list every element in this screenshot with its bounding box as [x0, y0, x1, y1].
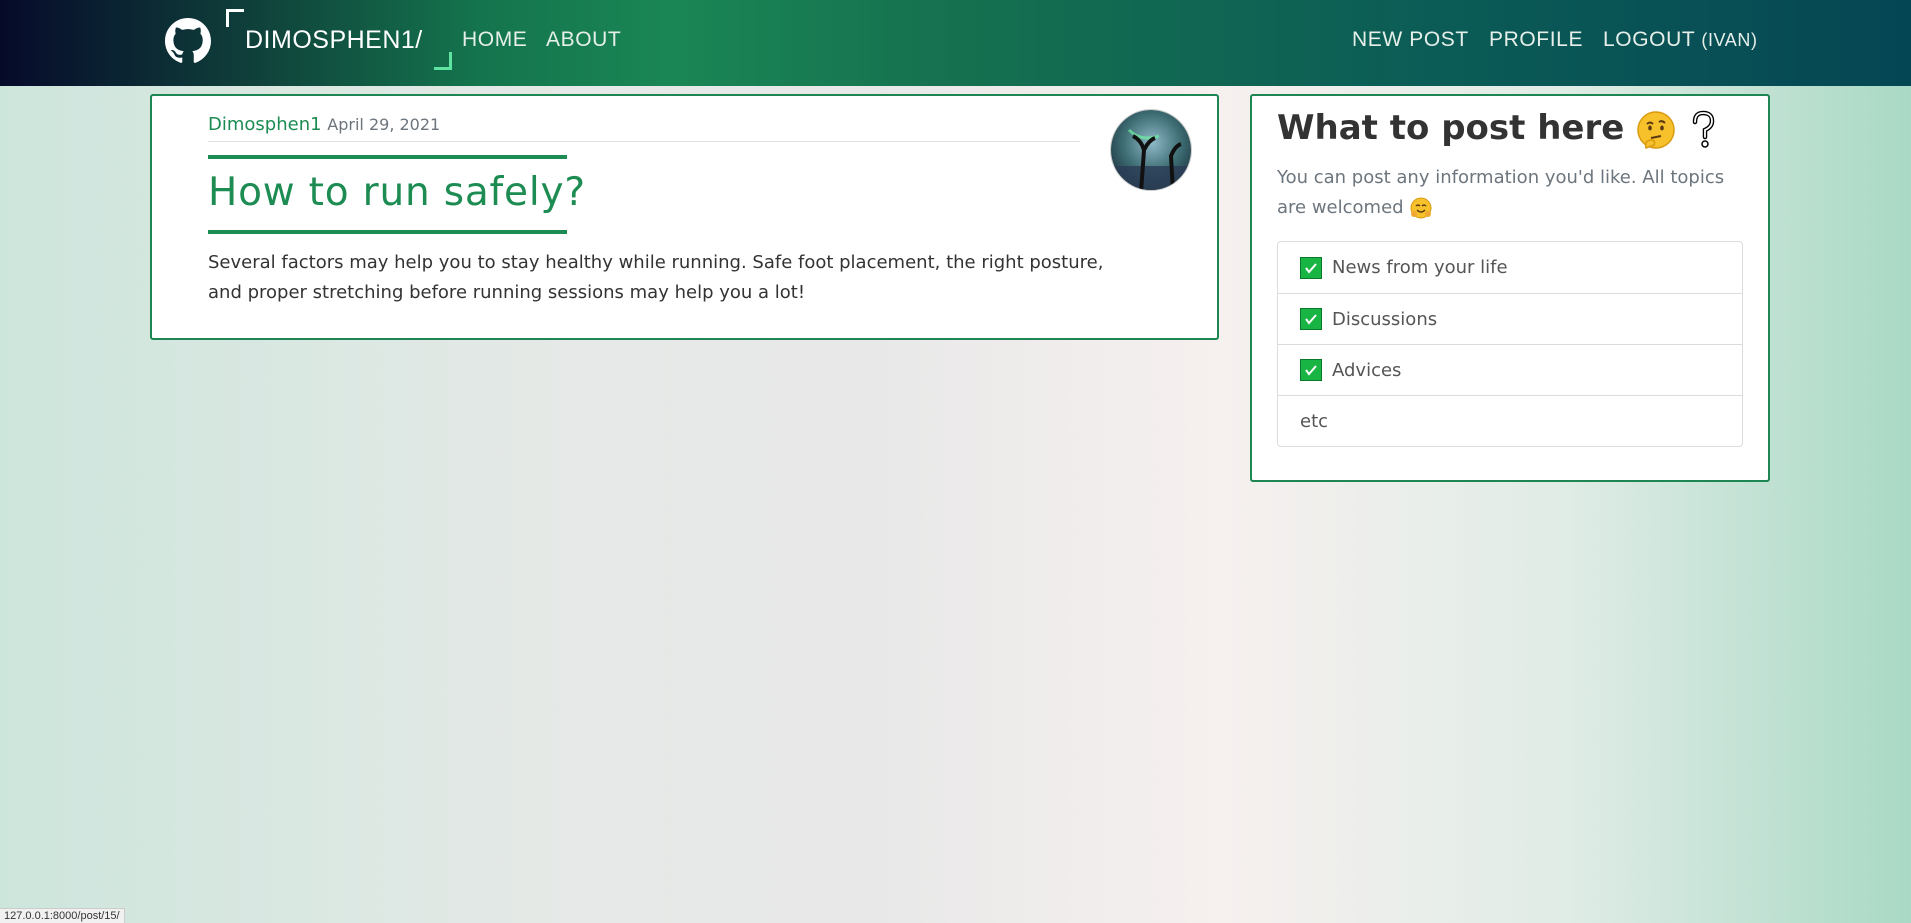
nav-logout-link[interactable]: LOGOUT (IVAN) [1603, 28, 1758, 52]
nav-home-link[interactable]: HOME [462, 28, 527, 52]
sidebar-title-text: What to post here [1277, 108, 1625, 148]
brand-bracket-left [226, 9, 244, 27]
title-underline-bottom [208, 230, 567, 234]
sidebar-title: What to post here [1277, 108, 1718, 150]
sidebar-description-text: You can post any information you'd like.… [1277, 167, 1725, 218]
post-content: Several factors may help you to stay hea… [208, 252, 1104, 303]
list-item: Discussions [1278, 293, 1742, 344]
title-underline-top [208, 155, 567, 159]
list-item-label: Advices [1332, 359, 1402, 381]
topics-list: News from your life Discussions Advices … [1277, 241, 1743, 447]
logout-username: (IVAN) [1701, 30, 1758, 50]
brand-bracket-right [434, 52, 452, 70]
thinking-face-emoji-icon [1637, 110, 1675, 149]
list-item: News from your life [1278, 242, 1742, 293]
logout-label: LOGOUT [1603, 28, 1695, 51]
list-item: Advices [1278, 344, 1742, 395]
post-author-link[interactable]: Dimosphen1 [208, 114, 322, 135]
check-mark-icon [1300, 308, 1322, 330]
navbar: DIMOSPHEN1/ HOME ABOUT NEW POST PROFILE … [0, 0, 1911, 86]
hugging-face-emoji-icon [1410, 197, 1432, 219]
list-item: etc [1278, 395, 1742, 446]
meta-divider [208, 141, 1080, 142]
sidebar-description: You can post any information you'd like.… [1277, 163, 1747, 223]
post-date: April 29, 2021 [327, 115, 441, 134]
check-mark-icon [1300, 256, 1322, 279]
post-meta: Dimosphen1 April 29, 2021 [208, 114, 440, 135]
check-mark-icon [1300, 359, 1322, 381]
list-item-label: News from your life [1332, 257, 1508, 278]
post-title-link[interactable]: How to run safely? [208, 170, 586, 215]
user-avatar-image [1110, 109, 1192, 191]
nav-about-link[interactable]: ABOUT [546, 28, 621, 52]
question-mark-icon [1692, 110, 1715, 148]
nav-new-post-link[interactable]: NEW POST [1352, 28, 1469, 52]
list-item-label: Discussions [1332, 308, 1438, 330]
nav-profile-link[interactable]: PROFILE [1489, 28, 1583, 52]
list-item-label: etc [1300, 410, 1329, 432]
github-icon[interactable] [165, 18, 211, 64]
browser-status-url: 127.0.0.1:8000/post/15/ [0, 908, 125, 923]
brand-link[interactable]: DIMOSPHEN1/ [245, 26, 423, 55]
